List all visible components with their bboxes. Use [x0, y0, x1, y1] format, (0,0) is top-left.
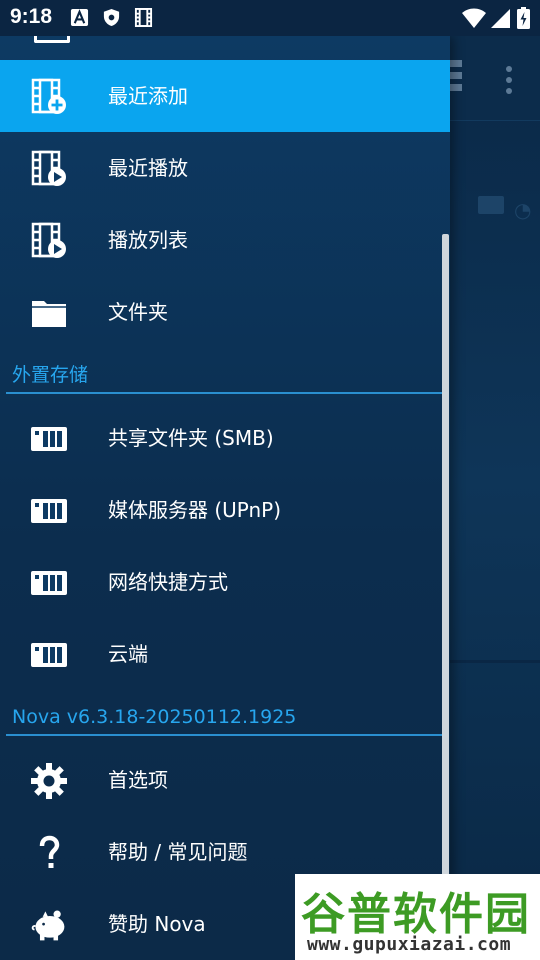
navigation-drawer: 最近添加 最近播放 播放列表 文件夹 外置存储 共享文件夹 (SMB) 媒体服务… [0, 36, 450, 960]
font-a-icon [70, 8, 89, 27]
drawer-item-playlist[interactable]: 播放列表 [0, 204, 450, 276]
shield-icon [103, 8, 120, 27]
section-divider [6, 734, 444, 736]
grid-view-icon[interactable] [450, 60, 462, 96]
background-band [450, 660, 540, 663]
drawer-item-cloud[interactable]: 云端 [0, 618, 450, 690]
drawer-item-label: 首选项 [108, 768, 168, 792]
drawer-item-network-shortcuts[interactable]: 网络快捷方式 [0, 546, 450, 618]
film-plus-icon [30, 78, 68, 116]
battery-charging-icon [517, 7, 530, 29]
drawer-item-label: 最近添加 [108, 84, 188, 108]
section-header-external-storage: 外置存储 [6, 358, 444, 394]
status-bar: 9:18 [0, 0, 540, 36]
drawer-item-recent-added[interactable]: 最近添加 [0, 60, 450, 132]
gear-icon [30, 762, 68, 800]
drawer-item-label: 文件夹 [108, 300, 168, 324]
cast-icon: ◔ [514, 198, 532, 222]
watermark: 谷普软件园 www.gupuxiazai.com [295, 874, 540, 960]
wifi-icon [462, 8, 486, 28]
version-text: Nova v6.3.18-20250112.1925 [12, 706, 297, 728]
section-title: 外置存储 [12, 364, 89, 386]
drawer-item-preferences[interactable]: 首选项 [0, 744, 450, 816]
watermark-title: 谷普软件园 [301, 889, 531, 940]
piggy-bank-icon [30, 906, 68, 944]
film-icon [34, 36, 70, 43]
drawer-item-label: 播放列表 [108, 228, 188, 252]
film-icon [134, 8, 153, 27]
nas-icon [30, 492, 68, 530]
nas-icon [30, 420, 68, 458]
drawer-item-upnp[interactable]: 媒体服务器 (UPnP) [0, 474, 450, 546]
background-divider [450, 120, 540, 121]
nas-icon [30, 636, 68, 674]
film-play-icon [30, 222, 68, 260]
drawer-item-label: 最近播放 [108, 156, 188, 180]
watermark-url: www.gupuxiazai.com [307, 934, 512, 955]
drawer-item-label: 帮助 / 常见问题 [108, 840, 248, 864]
signal-icon [491, 9, 510, 28]
subtitle-icon [478, 196, 504, 214]
section-divider [6, 392, 444, 394]
section-header-version: Nova v6.3.18-20250112.1925 [6, 700, 444, 736]
question-icon [30, 834, 68, 872]
drawer-item-label: 共享文件夹 (SMB) [108, 426, 274, 450]
drawer-scrollbar[interactable] [442, 234, 449, 960]
drawer-item-label: 云端 [108, 642, 148, 666]
drawer-item-smb[interactable]: 共享文件夹 (SMB) [0, 402, 450, 474]
nas-icon [30, 564, 68, 602]
folder-icon [30, 294, 68, 332]
status-time: 9:18 [10, 5, 53, 28]
film-play-icon [30, 150, 68, 188]
more-options-icon[interactable] [506, 66, 512, 99]
drawer-item-recent-played[interactable]: 最近播放 [0, 132, 450, 204]
drawer-item-label: 赞助 Nova [108, 912, 206, 936]
drawer-item-label: 媒体服务器 (UPnP) [108, 498, 282, 522]
drawer-item-folder[interactable]: 文件夹 [0, 276, 450, 348]
drawer-item-label: 网络快捷方式 [108, 570, 228, 594]
